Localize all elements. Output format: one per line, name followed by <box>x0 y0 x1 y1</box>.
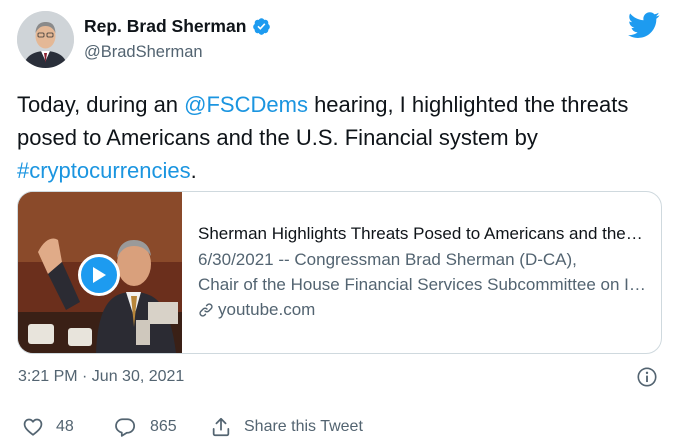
display-name[interactable]: Rep. Brad Sherman <box>84 16 246 37</box>
hashtag-link[interactable]: #cryptocurrencies <box>17 158 191 183</box>
link-card[interactable]: Sherman Highlights Threats Posed to Amer… <box>17 191 662 354</box>
card-body[interactable]: Sherman Highlights Threats Posed to Amer… <box>182 192 661 353</box>
tweet-text-part: Today, during an <box>17 92 185 117</box>
tweet-text: Today, during an @FSCDems hearing, I hig… <box>17 88 667 187</box>
video-thumbnail[interactable] <box>18 192 182 353</box>
card-domain: youtube.com <box>198 299 661 321</box>
card-title: Sherman Highlights Threats Posed to Amer… <box>198 224 646 243</box>
avatar[interactable] <box>17 11 74 68</box>
like-count: 48 <box>56 418 74 435</box>
card-description: 6/30/2021 -- Congressman Brad Sherman (D… <box>198 247 646 297</box>
tweet-text-part: . <box>190 158 197 183</box>
verified-badge-icon <box>253 18 271 35</box>
mention-link[interactable]: @FSCDems <box>184 92 308 117</box>
reply-count: 865 <box>150 418 177 435</box>
share-label: Share this Tweet <box>244 418 363 435</box>
share-icon <box>212 417 230 437</box>
link-icon <box>199 303 213 317</box>
card-description-line: Chair of the House Financial Services Su… <box>198 275 646 294</box>
twitter-bird-icon[interactable] <box>628 12 660 39</box>
card-description-line: 6/30/2021 -- Congressman Brad Sherman (D… <box>198 250 577 269</box>
action-bar: 48 865 Share this Tweet <box>22 416 363 438</box>
reply-button[interactable]: 865 <box>114 416 210 438</box>
share-button[interactable]: Share this Tweet <box>210 416 363 438</box>
card-domain-text: youtube.com <box>218 300 316 319</box>
heart-icon <box>23 418 43 436</box>
user-handle[interactable]: @BradSherman <box>84 43 203 62</box>
info-icon[interactable] <box>636 366 658 388</box>
play-button[interactable] <box>78 254 120 296</box>
tweet-timestamp[interactable]: 3:21 PM · Jun 30, 2021 <box>18 368 184 386</box>
play-icon <box>93 267 106 283</box>
reply-icon <box>115 418 136 437</box>
like-button[interactable]: 48 <box>22 416 114 438</box>
